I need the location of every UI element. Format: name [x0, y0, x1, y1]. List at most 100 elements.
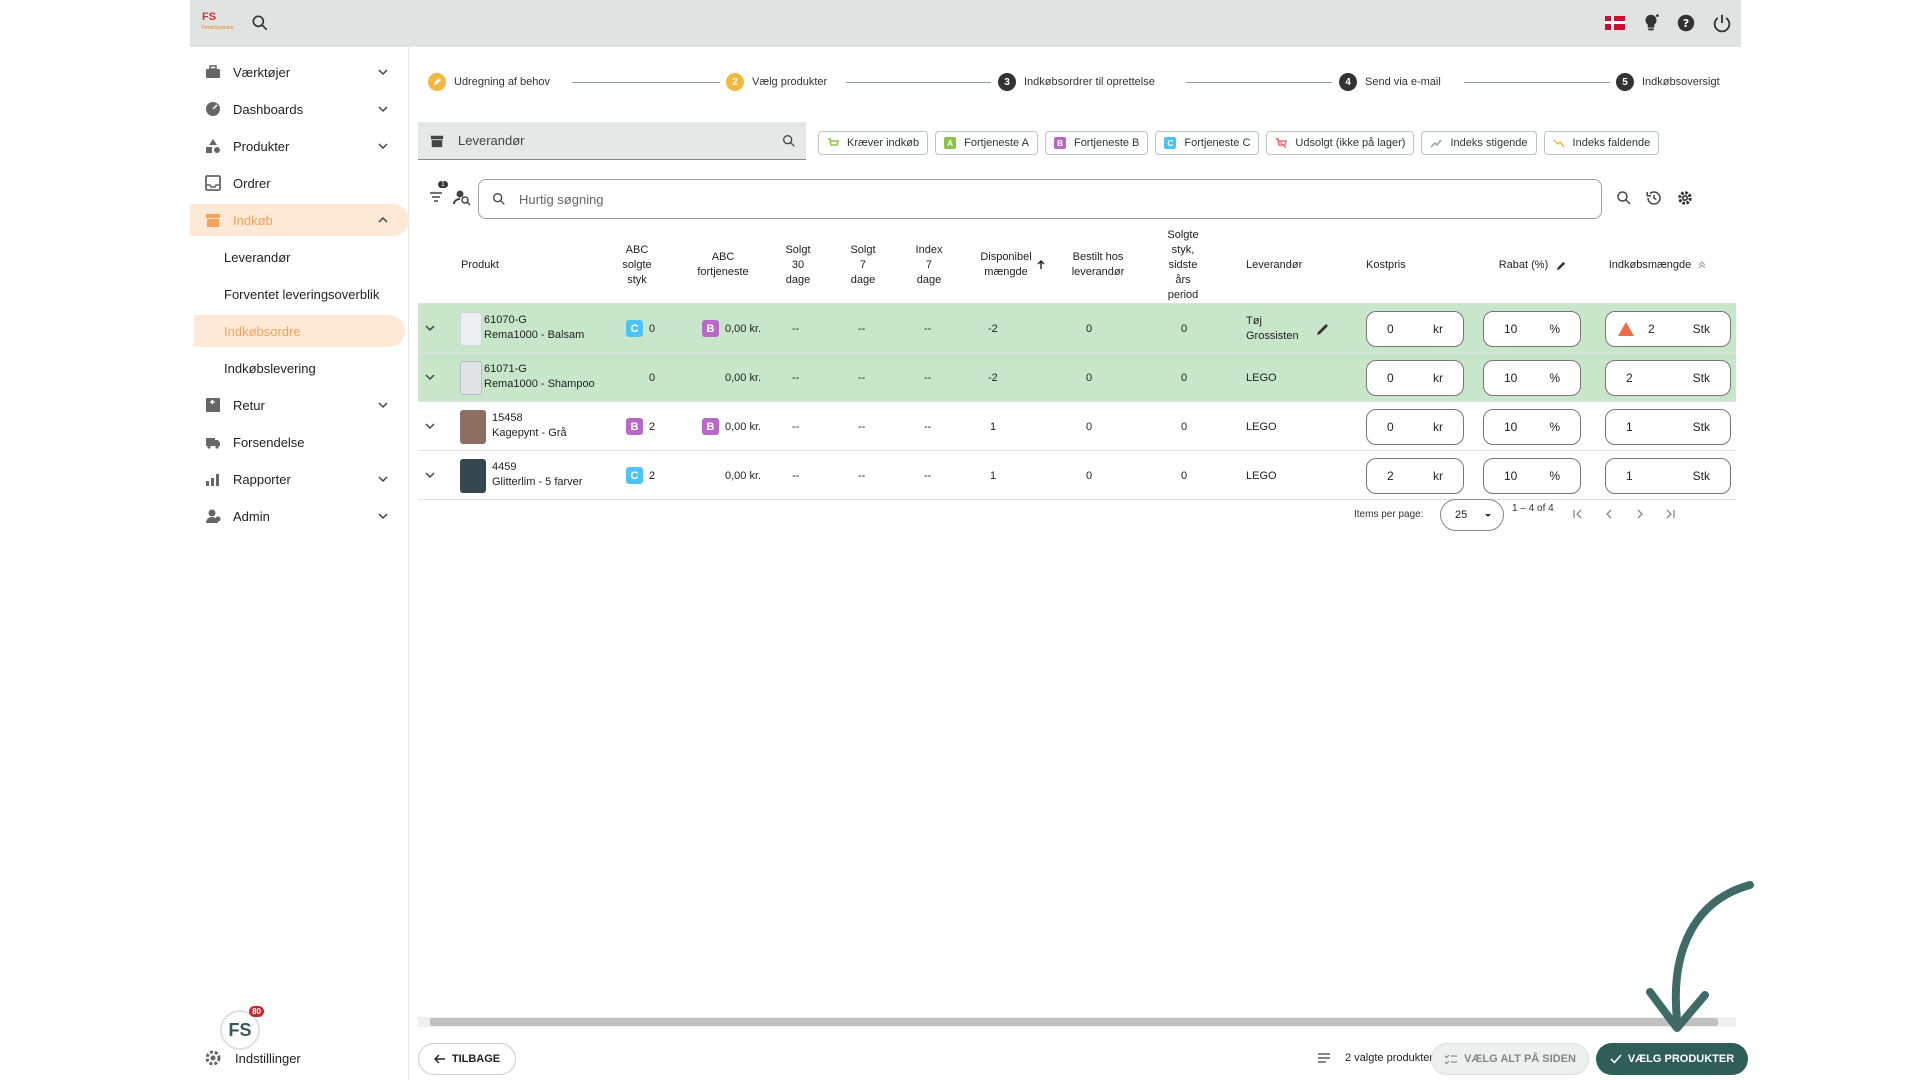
sidebar-item-dashboards[interactable]: Dashboards [190, 93, 409, 125]
support-badge[interactable]: FS 80 [220, 1006, 264, 1050]
chevron-down-icon[interactable] [424, 451, 436, 500]
chip-indeks-stigende[interactable]: Indeks stigende [1421, 131, 1537, 155]
chevron-down-icon[interactable] [424, 402, 436, 451]
sidebar-item-vaerktojer[interactable]: Værktøjer [190, 56, 409, 88]
sold-value: 0 [649, 322, 656, 335]
sidebar-subitem-indkobsordre[interactable]: Indkøbsordre [194, 315, 405, 347]
table-row[interactable]: 15458 Kagepynt - Grå B2 B 0,00 kr. -- -- -… [418, 402, 1736, 451]
cost-input[interactable]: 0 kr [1366, 360, 1464, 396]
filter-button[interactable]: 1 [428, 181, 448, 207]
col-header-leverandor[interactable]: Leverandør [1246, 226, 1326, 304]
sidebar-item-ordrer[interactable]: Ordrer [190, 167, 409, 199]
sidebar-subitem-indkobslevering[interactable]: Indkøbslevering [190, 352, 409, 384]
search-icon [493, 193, 505, 205]
select-all-on-page-button[interactable]: VÆLG ALT PÅ SIDEN [1431, 1043, 1589, 1075]
table-row[interactable]: 61071-G Rema1000 - Shampoo 0 0,00 kr. -- … [418, 353, 1736, 402]
step-2[interactable]: 2 Vælg produkter [726, 73, 827, 91]
previous-page-icon[interactable] [1603, 508, 1615, 520]
sidebar-item-indkob[interactable]: Indkøb [190, 204, 409, 236]
col-header-solgte-sidste-aar[interactable]: Solgte styk, sidste års period [1158, 226, 1208, 304]
quantity-input[interactable]: 1 Stk [1605, 458, 1731, 494]
cost-input[interactable]: 0 kr [1366, 409, 1464, 445]
first-page-icon[interactable] [1572, 508, 1584, 520]
col-header-abc-fortjeneste[interactable]: ABC fortjeneste [683, 226, 763, 304]
col-header-disponibel[interactable]: Disponibel mængde [973, 226, 1053, 304]
person-search-icon[interactable] [452, 187, 472, 207]
col-header-solgt-30[interactable]: Solgt 30 dage [773, 226, 823, 304]
step-5[interactable]: 5 Indkøbsoversigt [1616, 73, 1720, 91]
search-icon[interactable] [781, 133, 797, 149]
discount-input[interactable]: 10% [1483, 360, 1581, 396]
chip-fortjeneste-c[interactable]: C Fortjeneste C [1155, 131, 1260, 155]
col-header-bestilt[interactable]: Bestilt hos leverandør [1058, 226, 1138, 304]
chevron-down-icon[interactable] [424, 353, 436, 402]
chevron-down-icon[interactable] [424, 304, 436, 353]
lightbulb-icon[interactable] [1640, 12, 1662, 34]
gear-icon[interactable] [1676, 189, 1694, 207]
step-4[interactable]: 4 Send via e-mail [1339, 73, 1441, 91]
scrollbar-thumb[interactable] [430, 1018, 1718, 1026]
chip-udsolgt[interactable]: Udsolgt (ikke på lager) [1266, 131, 1415, 155]
pencil-icon[interactable] [1556, 260, 1567, 271]
back-button[interactable]: TILBAGE [418, 1043, 516, 1075]
zoom-search-icon[interactable] [1615, 189, 1633, 207]
next-page-icon[interactable] [1634, 508, 1646, 520]
sidebar-item-produkter[interactable]: Produkter [190, 130, 409, 162]
step-label: Vælg produkter [752, 76, 828, 88]
sold-value: 2 [649, 469, 656, 482]
sold7-cell: -- [858, 371, 866, 384]
power-icon[interactable] [1711, 12, 1733, 34]
horizontal-scrollbar[interactable] [418, 1017, 1736, 1027]
flag-dk-icon[interactable] [1604, 12, 1626, 34]
chip-fortjeneste-b[interactable]: B Fortjeneste B [1044, 131, 1149, 155]
supplier-select[interactable]: Leverandør [418, 122, 806, 160]
quick-search-input[interactable]: Hurtig søgning [478, 179, 1602, 219]
table-row[interactable]: 4459 Glitterlim - 5 farver C2 0,00 kr. --… [418, 451, 1736, 500]
step-label: Indkøbsordrer til oprettelse [1024, 76, 1155, 88]
col-header-solgt-7[interactable]: Solgt 7 dage [838, 226, 888, 304]
settings-link[interactable]: Indstillinger [205, 1050, 301, 1066]
sold7-cell: -- [858, 420, 866, 433]
discount-input[interactable]: 10% [1483, 311, 1581, 347]
last-page-icon[interactable] [1664, 508, 1676, 520]
col-header-rabat[interactable]: Rabat (%) [1483, 226, 1583, 304]
chip-fortjeneste-a[interactable]: A Fortjeneste A [935, 131, 1038, 155]
sidebar-item-retur[interactable]: Retur [190, 389, 409, 421]
quantity-input[interactable]: 2 Stk [1605, 360, 1731, 396]
page-size-select[interactable]: 25 [1440, 499, 1504, 531]
product-image [460, 312, 482, 346]
quantity-input[interactable]: 1 Stk [1605, 409, 1731, 445]
abc-profit-cell: 0,00 kr. [725, 451, 761, 500]
pointer-arrow-annotation [1646, 881, 1754, 1032]
quantity-unit: Stk [1692, 469, 1710, 483]
sidebar-item-admin[interactable]: Admin [190, 500, 409, 532]
chevron-down-icon [378, 106, 388, 113]
chip-indeks-faldende[interactable]: Indeks faldende [1543, 131, 1660, 155]
sidebar-item-forsendelse[interactable]: Forsendelse [190, 426, 409, 458]
sidebar-subitem-forventet-leveringsoverblik[interactable]: Forventet leveringsoverblik [190, 278, 409, 310]
chip-kraever-indkob[interactable]: Kræver indkøb [818, 131, 929, 155]
cost-input[interactable]: 2 kr [1366, 458, 1464, 494]
discount-input[interactable]: 10% [1483, 458, 1581, 494]
sidebar-subitem-leverandor[interactable]: Leverandør [190, 241, 409, 273]
step-connector [846, 82, 991, 83]
pencil-icon[interactable] [1316, 304, 1330, 353]
col-header-indkobsmaengde[interactable]: Indkøbsmængde [1598, 226, 1718, 304]
history-icon[interactable] [1645, 189, 1663, 207]
brand-logo[interactable]: FS FenixSystems [202, 12, 238, 34]
search-icon[interactable] [250, 13, 270, 33]
sidebar-item-rapporter[interactable]: Rapporter [190, 463, 409, 495]
sold-last-year-cell: 0 [1181, 420, 1188, 433]
step-3[interactable]: 3 Indkøbsordrer til oprettelse [998, 73, 1155, 91]
quantity-input[interactable]: 2 Stk [1605, 311, 1731, 347]
step-1[interactable]: Udregning af behov [428, 73, 550, 91]
col-header-kostpris[interactable]: Kostpris [1366, 226, 1426, 304]
discount-input[interactable]: 10% [1483, 409, 1581, 445]
help-icon[interactable]: ? [1675, 12, 1697, 34]
cost-input[interactable]: 0 kr [1366, 311, 1464, 347]
col-header-abc-solgte[interactable]: ABC solgte styk [612, 226, 662, 304]
col-header-produkt[interactable]: Produkt [461, 226, 511, 304]
col-header-index-7[interactable]: Index 7 dage [904, 226, 954, 304]
table-row[interactable]: 61070-G Rema1000 - Balsam C0 B 0,00 kr. --… [418, 304, 1736, 353]
select-products-button[interactable]: VÆLG PRODUKTER [1596, 1043, 1748, 1075]
